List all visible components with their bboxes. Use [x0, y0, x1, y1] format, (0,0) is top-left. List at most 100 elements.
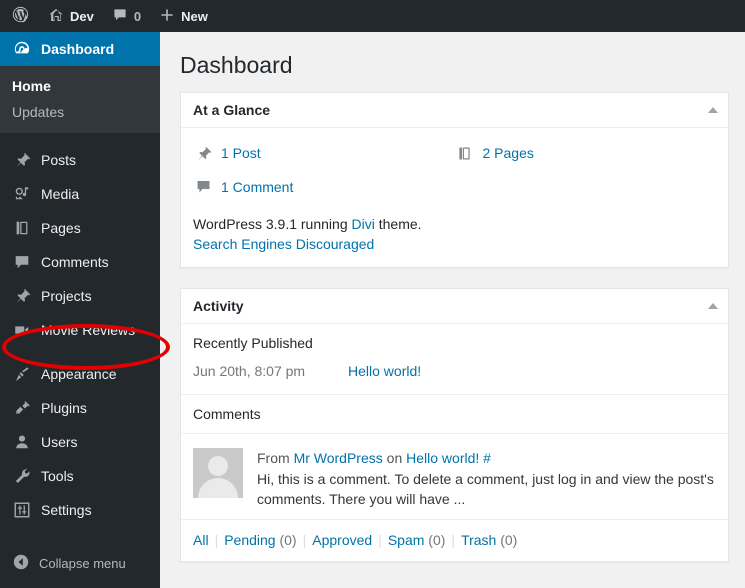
glance-comments-label: 1 Comment	[221, 178, 294, 195]
comment-excerpt: Hi, this is a comment. To delete a comme…	[257, 471, 714, 507]
from-label: From	[257, 450, 294, 466]
menu-separator	[0, 133, 160, 143]
at-a-glance-panel: At a Glance 1 Post 2 Pages 1 Comment Wor…	[180, 92, 729, 268]
filter-trash[interactable]: Trash	[461, 532, 496, 548]
sidebar-item-appearance[interactable]: Appearance	[0, 357, 160, 391]
pages-icon	[12, 218, 32, 238]
sidebar-item-label: Users	[41, 434, 78, 450]
comment-post-link[interactable]: Hello world!	[406, 450, 479, 466]
filter-approved[interactable]: Approved	[312, 532, 372, 548]
sidebar-item-settings[interactable]: Settings	[0, 493, 160, 527]
divider: |	[451, 532, 456, 548]
theme-link[interactable]: Divi	[352, 216, 375, 232]
glance-comments-link[interactable]: 1 Comment	[193, 177, 293, 197]
site-name-button[interactable]: Dev	[39, 0, 103, 32]
plug-icon	[12, 398, 32, 418]
publish-date: Jun 20th, 8:07 pm	[193, 363, 306, 379]
comments-block: Comments From Mr WordPress on Hello worl…	[181, 395, 728, 561]
sidebar-item-label: Tools	[41, 468, 74, 484]
filter-pending[interactable]: Pending	[224, 532, 275, 548]
sidebar-item-projects[interactable]: Projects	[0, 279, 160, 313]
sidebar-item-label: Comments	[41, 254, 109, 270]
filter-spam-count: (0)	[428, 532, 446, 548]
triangle-up-icon[interactable]	[708, 303, 718, 309]
collapse-arrow-icon	[12, 553, 30, 574]
at-a-glance-header: At a Glance	[181, 93, 728, 128]
sidebar-item-posts[interactable]: Posts	[0, 143, 160, 177]
filter-all[interactable]: All	[193, 532, 209, 548]
comment-author-link[interactable]: Mr WordPress	[294, 450, 383, 466]
version-suffix: theme.	[374, 216, 422, 232]
admin-bar: Dev 0 New	[0, 0, 745, 32]
main-content: Dashboard At a Glance 1 Post 2 Pages 1 C…	[160, 32, 745, 588]
comment-bubble-icon	[193, 177, 213, 197]
triangle-up-icon[interactable]	[708, 107, 718, 113]
comments-heading: Comments	[193, 406, 261, 422]
filter-trash-count: (0)	[500, 532, 518, 548]
media-icon	[12, 184, 32, 204]
sidebar-item-users[interactable]: Users	[0, 425, 160, 459]
recently-published-heading: Recently Published	[193, 335, 313, 351]
sidebar-item-pages[interactable]: Pages	[0, 211, 160, 245]
comment-meta: From Mr WordPress on Hello world! #	[257, 448, 716, 468]
divider: |	[302, 532, 307, 548]
sidebar-item-dashboard[interactable]: Dashboard	[0, 32, 160, 66]
search-engines-discouraged-link[interactable]: Search Engines Discouraged	[193, 234, 716, 255]
activity-title: Activity	[193, 298, 244, 314]
pushpin-icon	[12, 286, 32, 306]
divider: |	[378, 532, 382, 548]
wordpress-admin-screen: Dev 0 New Dashboard Home Updates Posts M…	[0, 0, 745, 588]
list-item: 1 Comment	[193, 172, 455, 206]
at-a-glance-body: 1 Post 2 Pages 1 Comment WordPress 3.9.1…	[181, 128, 728, 267]
comment-bubble-icon	[112, 7, 128, 26]
filter-pending-count: (0)	[279, 532, 297, 548]
new-content-button[interactable]: New	[150, 0, 217, 32]
list-item: 1 Post	[193, 138, 455, 172]
sidebar-item-label: Movie Reviews	[41, 322, 136, 338]
version-info: WordPress 3.9.1 running Divi theme.	[193, 211, 716, 234]
comment-bubble-icon	[12, 252, 32, 272]
version-prefix: WordPress 3.9.1 running	[193, 216, 352, 232]
user-icon	[12, 432, 32, 452]
list-item: Jun 20th, 8:07 pm Hello world!	[193, 362, 716, 380]
glance-pages-label: 2 Pages	[482, 145, 534, 161]
sidebar-item-tools[interactable]: Tools	[0, 459, 160, 493]
sidebar-item-label: Posts	[41, 152, 77, 168]
sidebar-item-media[interactable]: Media	[0, 177, 160, 211]
comments-bubble-button[interactable]: 0	[103, 0, 150, 32]
submenu-item-updates[interactable]: Updates	[0, 99, 160, 125]
admin-sidebar: Dashboard Home Updates Posts Media Pages…	[0, 32, 160, 588]
collapse-menu-button[interactable]: Collapse menu	[0, 553, 126, 574]
wrench-icon	[12, 466, 32, 486]
activity-panel: Activity Recently Published Jun 20th, 8:…	[180, 288, 729, 562]
sidebar-item-label: Plugins	[41, 400, 87, 416]
sidebar-item-label: Projects	[41, 288, 92, 304]
published-post-link[interactable]: Hello world!	[348, 362, 421, 380]
on-label: on	[382, 450, 407, 466]
comment-filter-links: All | Pending (0) | Approved | Spam (0) | Trash …	[181, 519, 728, 561]
page-title: Dashboard	[180, 52, 293, 78]
dashboard-icon	[12, 39, 32, 59]
glance-posts-link[interactable]: 1 Post	[193, 143, 261, 163]
sidebar-item-movie-reviews[interactable]: Movie Reviews	[0, 313, 160, 347]
home-icon	[48, 7, 64, 26]
site-name-label: Dev	[70, 8, 94, 24]
comments-count: 0	[133, 8, 142, 24]
dashboard-submenu: Home Updates	[0, 66, 160, 133]
divider: |	[214, 532, 219, 548]
collapse-menu-label: Collapse menu	[39, 556, 126, 571]
video-camera-icon	[12, 320, 32, 340]
wordpress-logo-button[interactable]	[0, 0, 39, 32]
comment-permalink[interactable]: #	[483, 450, 491, 466]
submenu-item-home[interactable]: Home	[0, 73, 160, 99]
at-a-glance-title: At a Glance	[193, 102, 271, 118]
sidebar-item-label: Settings	[41, 502, 92, 518]
pushpin-icon	[12, 150, 32, 170]
paintbrush-icon	[12, 364, 32, 384]
glance-pages-link[interactable]: 2 Pages	[455, 143, 534, 163]
sidebar-item-plugins[interactable]: Plugins	[0, 391, 160, 425]
sidebar-item-comments[interactable]: Comments	[0, 245, 160, 279]
activity-header: Activity	[181, 289, 728, 324]
recently-published-block: Recently Published Jun 20th, 8:07 pm Hel…	[181, 324, 728, 395]
filter-spam[interactable]: Spam	[388, 532, 425, 548]
